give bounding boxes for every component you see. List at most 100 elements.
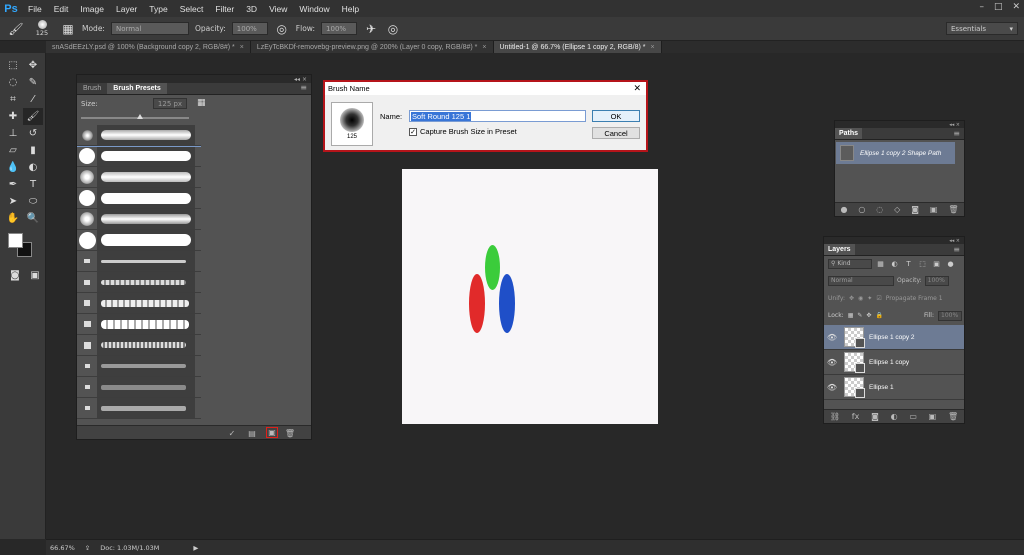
close-icon[interactable]: × bbox=[651, 44, 655, 51]
panel-collapse-bar[interactable]: ◂◂ × bbox=[77, 75, 311, 83]
brush-tool-icon[interactable]: 🖌 bbox=[23, 108, 43, 125]
trash-icon[interactable]: 🗑 bbox=[285, 428, 295, 438]
type-tool-icon[interactable]: T bbox=[23, 176, 43, 193]
load-selection-icon[interactable]: ◌ bbox=[876, 205, 883, 214]
fill-path-icon[interactable]: ● bbox=[840, 205, 847, 214]
add-mask-icon[interactable]: ◙ bbox=[911, 205, 919, 214]
doc-tab-1[interactable]: snASdEEzLY.psd @ 100% (Background copy 2… bbox=[46, 41, 251, 53]
make-path-icon[interactable]: ◇ bbox=[894, 205, 900, 214]
panel-collapse-bar[interactable]: ◂◂ × bbox=[835, 121, 964, 128]
pressure-opacity-icon[interactable]: ◎ bbox=[274, 21, 290, 37]
menu-window[interactable]: Window bbox=[293, 4, 335, 14]
ellipse-red[interactable] bbox=[469, 274, 485, 333]
list-item[interactable] bbox=[77, 167, 201, 188]
screen-mode-icon[interactable]: ▣ bbox=[25, 267, 45, 284]
adjustment-layer-icon[interactable]: ◐ bbox=[891, 412, 898, 421]
menu-filter[interactable]: Filter bbox=[209, 4, 240, 14]
tab-paths[interactable]: Paths bbox=[835, 128, 863, 139]
size-input[interactable]: 125 px bbox=[153, 98, 187, 109]
crop-tool-icon[interactable]: ⌗ bbox=[3, 91, 23, 108]
menu-3d[interactable]: 3D bbox=[240, 4, 263, 14]
brush-tool-icon[interactable]: 🖌 bbox=[8, 21, 24, 37]
filter-kind-select[interactable]: ⚲ Kind bbox=[828, 258, 872, 269]
unify-style-icon[interactable]: ✦ bbox=[867, 295, 872, 302]
close-icon[interactable]: × bbox=[482, 44, 486, 51]
list-item[interactable] bbox=[77, 251, 201, 272]
stamp-tool-icon[interactable]: ⊥ bbox=[3, 125, 23, 142]
lock-position-icon[interactable]: ✥ bbox=[866, 312, 871, 319]
quick-mask-icon[interactable]: ◙ bbox=[5, 267, 25, 284]
tab-layers[interactable]: Layers bbox=[824, 244, 855, 255]
ellipse-tool-icon[interactable]: ⬭ bbox=[23, 193, 43, 210]
create-preset-icon[interactable]: ▦ bbox=[197, 98, 209, 110]
lock-all-icon[interactable]: 🔒 bbox=[875, 312, 882, 319]
stroke-path-icon[interactable]: ○ bbox=[858, 205, 865, 214]
unify-visibility-icon[interactable]: ◉ bbox=[858, 295, 863, 302]
filter-toggle-icon[interactable]: ● bbox=[945, 260, 956, 268]
doc-tab-3[interactable]: Untitled-1 @ 66.7% (Ellipse 1 copy 2, RG… bbox=[493, 41, 662, 53]
new-group-icon[interactable]: ▭ bbox=[909, 412, 917, 421]
history-brush-icon[interactable]: ↺ bbox=[23, 125, 43, 142]
zoom-tool-icon[interactable]: 🔍 bbox=[23, 210, 43, 227]
eyedropper-tool-icon[interactable]: ⁄ bbox=[23, 91, 43, 108]
trash-icon[interactable]: 🗑 bbox=[948, 412, 958, 421]
list-item[interactable] bbox=[77, 314, 201, 335]
smart-filter-icon[interactable]: ▣ bbox=[931, 260, 942, 268]
list-item[interactable] bbox=[77, 356, 201, 377]
menu-select[interactable]: Select bbox=[174, 4, 210, 14]
list-item[interactable] bbox=[77, 398, 201, 419]
hand-tool-icon[interactable]: ✋ bbox=[3, 210, 23, 227]
toggle-brush-panel-icon[interactable]: ✓ bbox=[227, 428, 237, 438]
layer-opacity-input[interactable]: 100% bbox=[924, 275, 949, 286]
foreground-color[interactable] bbox=[8, 233, 23, 248]
healing-tool-icon[interactable]: ✚ bbox=[3, 108, 23, 125]
name-input[interactable]: Soft Round 125 1 bbox=[409, 110, 586, 122]
panel-menu-icon[interactable]: ≡ bbox=[300, 83, 311, 94]
shape-filter-icon[interactable]: ⬚ bbox=[917, 260, 928, 268]
menu-image[interactable]: Image bbox=[74, 4, 110, 14]
doc-tab-2[interactable]: LzEyTcBKDf-removebg-preview.png @ 200% (… bbox=[250, 41, 494, 53]
mode-select[interactable]: Normal bbox=[110, 22, 189, 35]
capture-size-option[interactable]: ✓ Capture Brush Size in Preset bbox=[409, 127, 517, 136]
add-mask-icon[interactable]: ◙ bbox=[871, 412, 879, 421]
zoom-level[interactable]: 66.67% bbox=[50, 544, 75, 552]
minimize-button[interactable]: – bbox=[979, 2, 984, 12]
menu-type[interactable]: Type bbox=[143, 4, 173, 14]
link-layers-icon[interactable]: ⛓ bbox=[830, 412, 840, 421]
lasso-tool-icon[interactable]: ◌ bbox=[3, 74, 23, 91]
path-select-tool-icon[interactable]: ➤ bbox=[3, 193, 23, 210]
fill-input[interactable]: 100% bbox=[938, 310, 962, 321]
airbrush-icon[interactable]: ✈ bbox=[363, 21, 379, 37]
trash-icon[interactable]: 🗑 bbox=[948, 205, 958, 214]
unify-position-icon[interactable]: ✥ bbox=[849, 295, 854, 302]
pixel-filter-icon[interactable]: ▦ bbox=[875, 260, 886, 268]
close-icon[interactable]: × bbox=[240, 44, 244, 51]
menu-layer[interactable]: Layer bbox=[110, 4, 143, 14]
list-item[interactable] bbox=[77, 272, 201, 293]
propagate-checkbox[interactable]: ☑ bbox=[876, 295, 881, 302]
close-icon[interactable]: ✕ bbox=[633, 83, 646, 94]
ellipse-blue[interactable] bbox=[499, 274, 515, 333]
ok-button[interactable]: OK bbox=[592, 110, 640, 122]
workspace-switcher[interactable]: Essentials ▾ bbox=[946, 22, 1018, 35]
list-item[interactable] bbox=[77, 293, 201, 314]
lock-pixels-icon[interactable]: ✎ bbox=[857, 312, 862, 319]
menu-view[interactable]: View bbox=[263, 4, 293, 14]
ellipse-green[interactable] bbox=[485, 245, 500, 290]
size-slider-handle[interactable] bbox=[137, 114, 143, 119]
menu-help[interactable]: Help bbox=[336, 4, 365, 14]
marquee-tool-icon[interactable]: ⬚ bbox=[3, 57, 23, 74]
size-slider-track[interactable] bbox=[81, 117, 189, 119]
pen-tool-icon[interactable]: ✒ bbox=[3, 176, 23, 193]
eye-icon[interactable]: 👁 bbox=[824, 333, 840, 342]
document-canvas[interactable] bbox=[402, 169, 658, 424]
maximize-button[interactable]: □ bbox=[994, 2, 1003, 12]
blend-mode-select[interactable]: Normal bbox=[828, 275, 894, 286]
close-window-button[interactable]: ✕ bbox=[1012, 2, 1020, 12]
lock-transparent-icon[interactable]: ▦ bbox=[848, 312, 854, 319]
panel-menu-icon[interactable]: ≡ bbox=[953, 244, 964, 255]
type-filter-icon[interactable]: T bbox=[903, 260, 914, 268]
panel-menu-icon[interactable]: ≡ bbox=[953, 128, 964, 139]
panel-collapse-bar[interactable]: ◂◂ × bbox=[824, 237, 964, 244]
eye-icon[interactable]: 👁 bbox=[824, 383, 840, 392]
